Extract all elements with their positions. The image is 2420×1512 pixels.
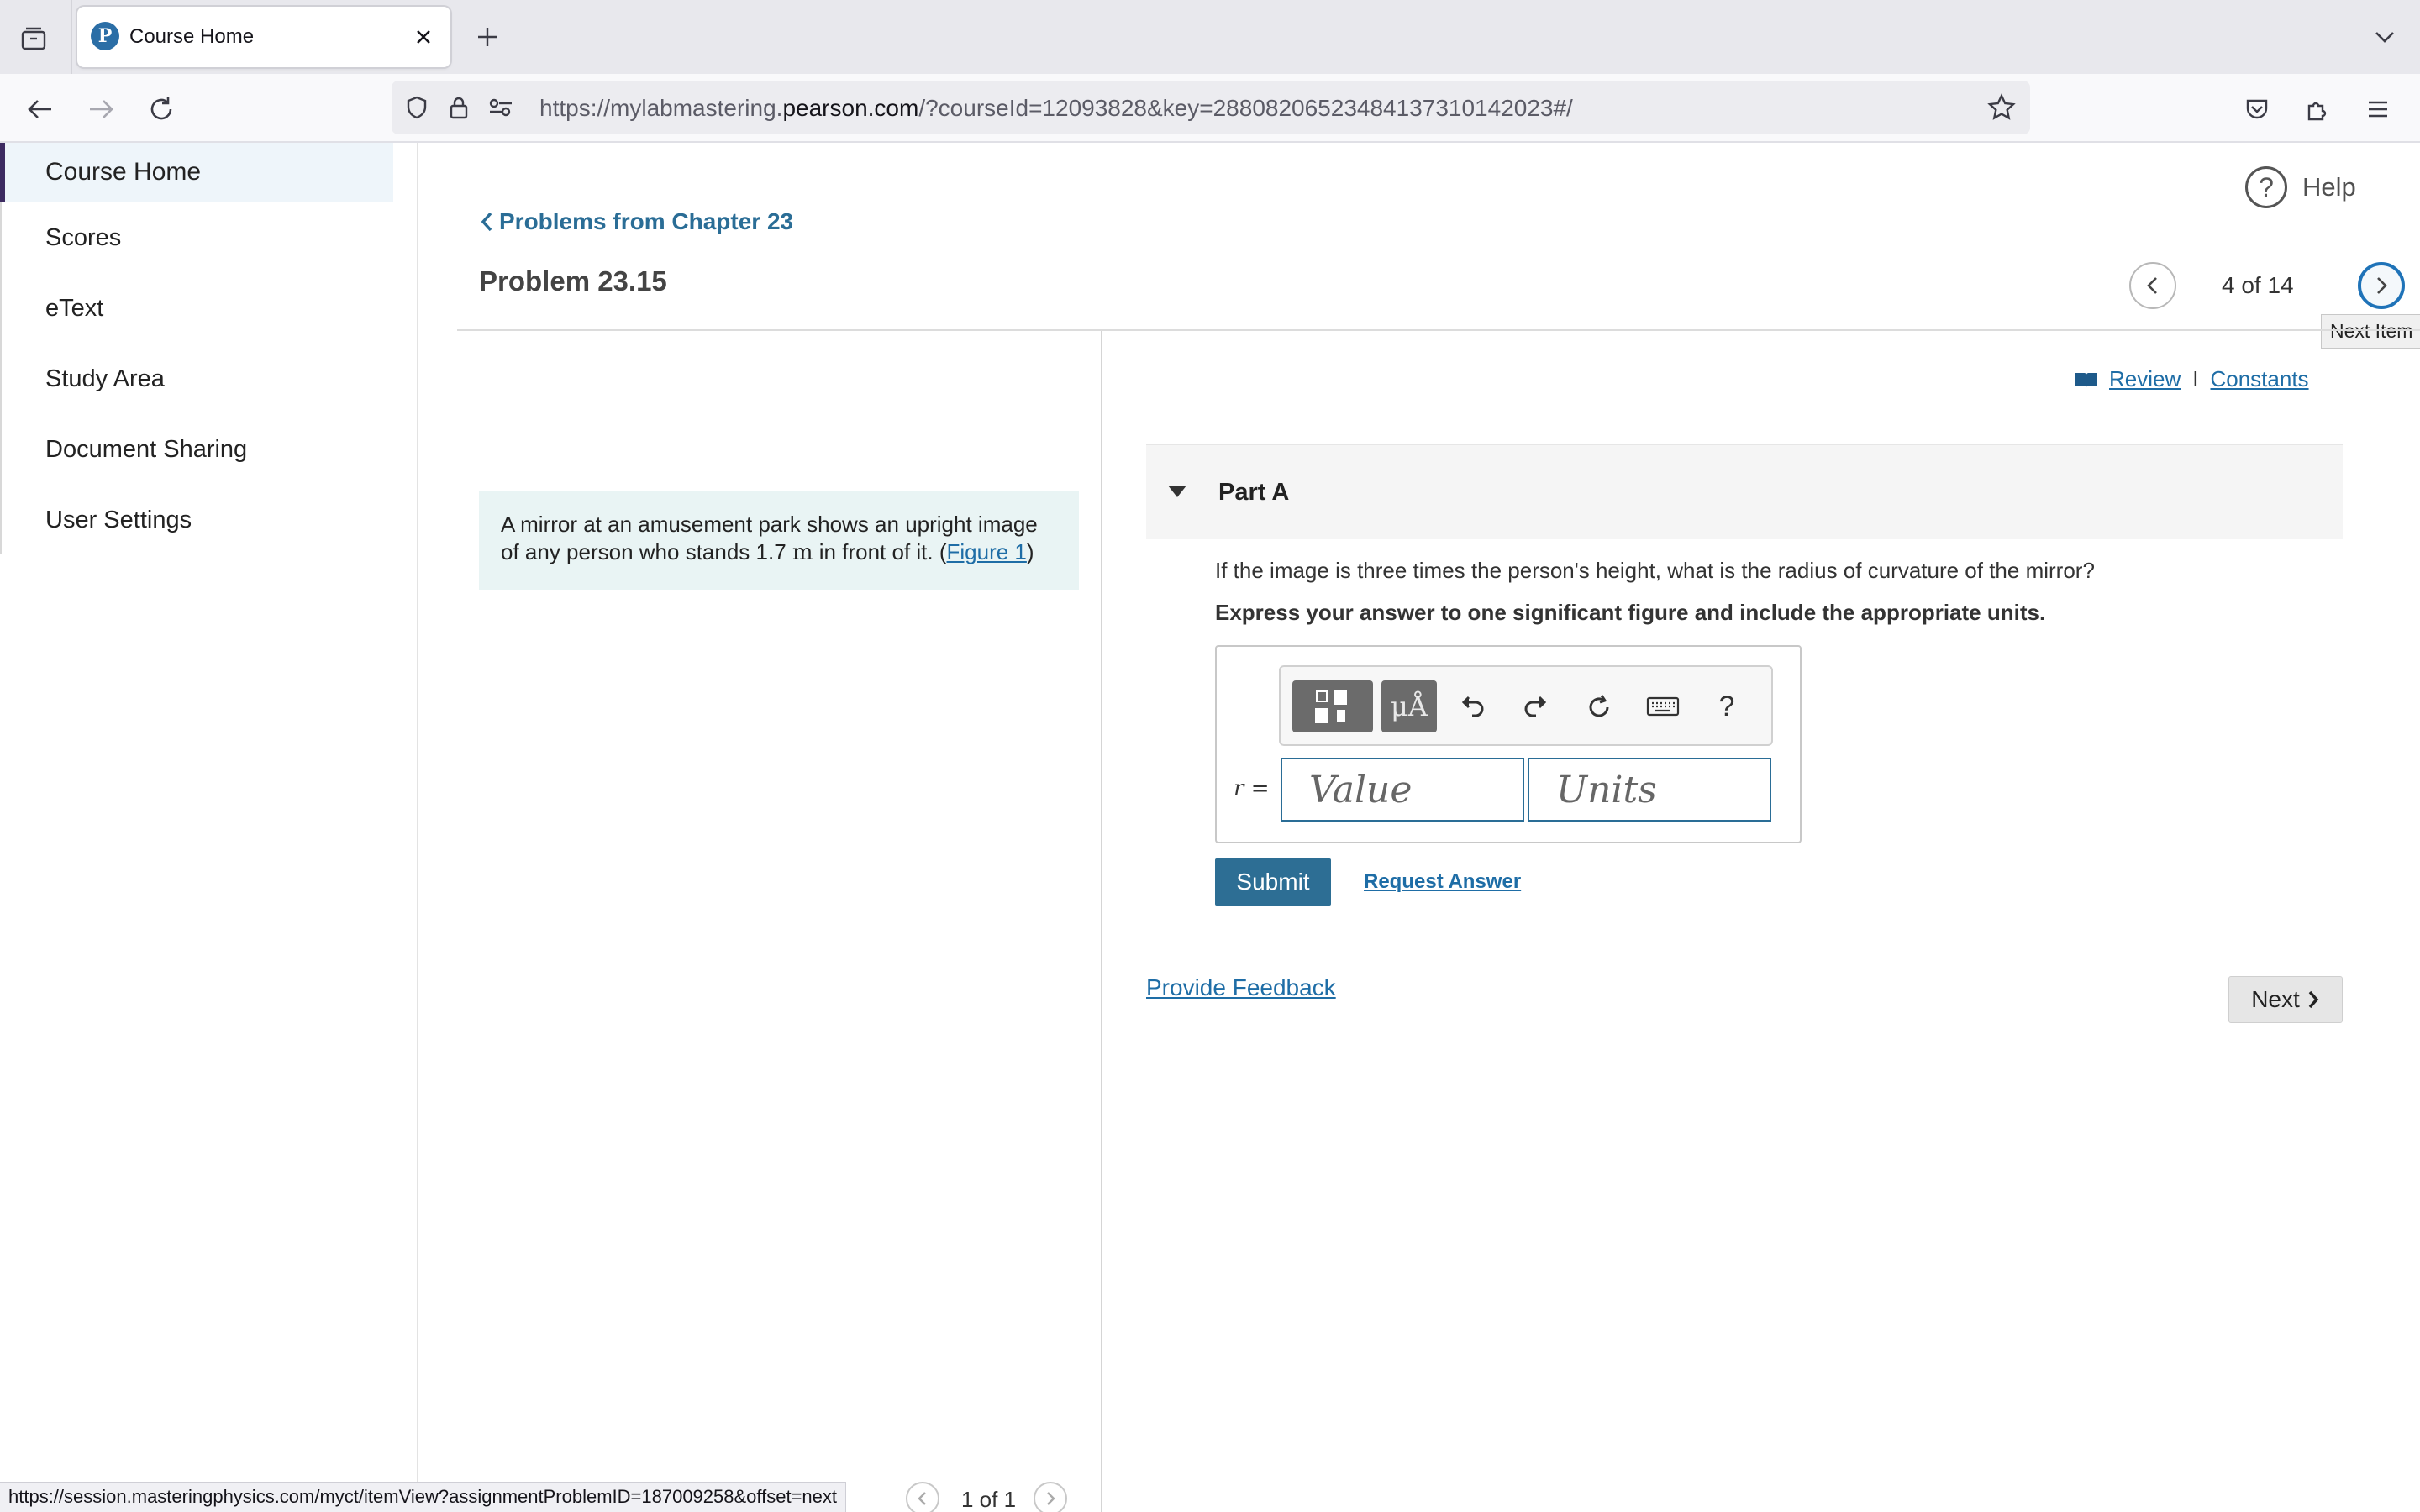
part-title: Part A (1218, 479, 1290, 506)
permissions-icon[interactable] (486, 92, 516, 123)
toolbar-help-mark: ? (1718, 690, 1735, 722)
next-button[interactable]: Next (2228, 976, 2343, 1023)
figure-pager-text: 1 of 1 (961, 1487, 1017, 1512)
course-sidebar: Course Home Scores eText Study Area Docu… (0, 143, 418, 1512)
browser-tab-bar: P Course Home (0, 0, 2420, 74)
math-toolbar: μÅ ? (1279, 665, 1773, 746)
submit-button[interactable]: Submit (1215, 858, 1331, 906)
bookmark-star-icon[interactable] (1985, 91, 2018, 124)
review-link[interactable]: Review (2109, 366, 2181, 392)
tracking-shield-icon[interactable] (402, 92, 432, 123)
sidebar-item-scores[interactable]: Scores (0, 208, 393, 267)
sidebar-item-course-home[interactable]: Course Home (0, 143, 393, 202)
units-input[interactable]: Units (1528, 758, 1771, 822)
sidebar-item-label: eText (45, 294, 104, 322)
new-tab-plus-icon[interactable] (469, 18, 506, 55)
forward-arrow-icon[interactable] (81, 89, 121, 129)
pearson-favicon-icon: P (91, 22, 119, 50)
browser-nav-bar: https://mylabmastering.pearson.com/?cour… (0, 74, 2420, 143)
chevron-down-icon[interactable] (2366, 18, 2403, 55)
template-grid-icon (1315, 690, 1347, 723)
mu-angstrom-label: μÅ (1391, 690, 1428, 722)
figure-previous-button[interactable] (906, 1482, 939, 1512)
next-item-tooltip: Next Item (2321, 314, 2420, 349)
back-to-chapter-link[interactable]: Problems from Chapter 23 (479, 208, 793, 235)
reload-icon[interactable] (141, 89, 182, 129)
intro-unit: m (792, 540, 813, 565)
intro-text-tail: in front of it. ( (813, 539, 947, 564)
redo-icon[interactable] (1509, 680, 1561, 732)
sidebar-active-indicator (0, 143, 5, 202)
intro-close-paren: ) (1026, 539, 1034, 564)
sidebar-item-label: Document Sharing (45, 435, 248, 463)
answer-box: μÅ ? r = Value Units (1215, 645, 1802, 843)
chevron-right-icon (2377, 277, 2387, 294)
sidebar-item-etext[interactable]: eText (0, 279, 393, 338)
provide-feedback-link[interactable]: Provide Feedback (1146, 974, 1336, 1001)
browser-status-url: https://session.masteringphysics.com/myc… (0, 1482, 847, 1512)
sidebar-item-user-settings[interactable]: User Settings (0, 491, 393, 549)
review-constants-links: Review I Constants (2074, 366, 2309, 392)
menu-hamburger-icon[interactable] (2358, 89, 2398, 129)
tabbar-divider (71, 0, 72, 74)
problem-intro: A mirror at an amusement park shows an u… (479, 491, 1079, 590)
sidebar-item-label: Study Area (45, 365, 165, 392)
url-bar[interactable]: https://mylabmastering.pearson.com/?cour… (392, 81, 2030, 134)
next-item-button[interactable] (2358, 262, 2405, 309)
part-question: If the image is three times the person's… (1215, 558, 2095, 583)
answer-variable-label: r = (1234, 776, 1270, 801)
back-arrow-icon[interactable] (20, 89, 60, 129)
tab-close-icon[interactable] (407, 20, 440, 54)
tab-title: Course Home (129, 25, 255, 48)
sidebar-item-study-area[interactable]: Study Area (0, 349, 393, 408)
next-button-label: Next (2251, 986, 2300, 1012)
url-text[interactable]: https://mylabmastering.pearson.com/?cour… (539, 95, 1573, 122)
caret-down-icon[interactable] (1168, 486, 1186, 497)
figure-pager: 1 of 1 (906, 1478, 1082, 1512)
sidebar-item-label: Course Home (45, 158, 202, 186)
chevron-left-icon (2147, 277, 2157, 294)
constants-link[interactable]: Constants (2210, 366, 2308, 392)
templates-icon[interactable] (1292, 680, 1373, 732)
sidebar-item-label: User Settings (45, 506, 192, 533)
undo-icon[interactable] (1447, 680, 1499, 732)
figure-next-button[interactable] (1034, 1482, 1067, 1512)
problem-title: Problem 23.15 (479, 265, 667, 297)
part-instruction: Express your answer to one significant f… (1215, 600, 2046, 625)
value-input[interactable]: Value (1281, 758, 1524, 822)
pocket-icon[interactable] (2237, 89, 2277, 129)
pager-position: 4 of 14 (2222, 272, 2294, 298)
extensions-puzzle-icon[interactable] (2297, 89, 2338, 129)
chevron-left-icon (481, 212, 492, 232)
figure-1-link[interactable]: Figure 1 (947, 539, 1027, 564)
header-divider (457, 329, 2420, 331)
problem-main: ? Help Problems from Chapter 23 Problem … (420, 143, 2420, 1512)
reset-icon[interactable] (1573, 680, 1625, 732)
previous-item-button[interactable] (2129, 262, 2176, 309)
lock-icon[interactable] (444, 92, 474, 123)
book-icon (2075, 372, 2097, 387)
item-pager: 4 of 14 (2129, 260, 2415, 311)
column-divider (1101, 331, 1102, 1512)
tab-list-icon[interactable] (15, 20, 52, 57)
chevron-right-icon (1047, 1492, 1055, 1505)
help-question-icon: ? (2245, 166, 2287, 208)
browser-tab-course-home[interactable]: P Course Home (77, 7, 450, 67)
units-mu-angstrom-button[interactable]: μÅ (1381, 680, 1437, 732)
part-a-header[interactable]: Part A (1146, 444, 2343, 539)
chevron-left-icon (918, 1492, 926, 1505)
page-content: Course Home Scores eText Study Area Docu… (0, 143, 2420, 1512)
help-label: Help (2302, 172, 2356, 202)
help-question-icon[interactable]: ? (1701, 680, 1753, 732)
chevron-right-icon (2308, 990, 2319, 1009)
help-button[interactable]: ? Help (2245, 166, 2356, 208)
sidebar-item-label: Scores (45, 223, 122, 251)
request-answer-link[interactable]: Request Answer (1364, 870, 1521, 894)
keyboard-icon[interactable] (1637, 680, 1689, 732)
sidebar-item-document-sharing[interactable]: Document Sharing (0, 420, 393, 479)
back-link-label: Problems from Chapter 23 (499, 208, 794, 234)
link-separator: I (2192, 366, 2199, 391)
